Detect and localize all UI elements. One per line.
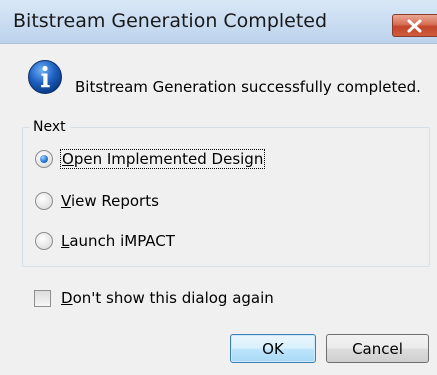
dont-show-again-checkbox[interactable] xyxy=(34,289,51,307)
radio-label: View Reports xyxy=(61,192,159,210)
radio-view-reports[interactable]: View Reports xyxy=(35,189,159,213)
info-icon xyxy=(28,60,62,94)
title-bar[interactable]: Bitstream Generation Completed xyxy=(0,0,437,44)
ok-button[interactable]: OK xyxy=(230,334,316,363)
status-message: Bitstream Generation successfully comple… xyxy=(75,78,421,96)
close-button[interactable] xyxy=(392,14,437,37)
radio-label: Launch iMPACT xyxy=(61,232,175,250)
checkbox-label: Don't show this dialog again xyxy=(61,289,274,307)
group-label-next: Next xyxy=(30,118,70,136)
radio-open-implemented-design[interactable]: Open Implemented Design xyxy=(35,147,266,171)
radio-label: Open Implemented Design xyxy=(59,149,266,169)
cancel-button[interactable]: Cancel xyxy=(326,334,429,363)
radio-button[interactable] xyxy=(35,150,53,168)
close-icon xyxy=(407,19,422,33)
radio-button[interactable] xyxy=(35,192,53,210)
dont-show-again-checkbox-row[interactable]: Don't show this dialog again xyxy=(34,286,274,310)
radio-button[interactable] xyxy=(35,232,53,250)
radio-launch-impact[interactable]: Launch iMPACT xyxy=(35,229,175,253)
window-title: Bitstream Generation Completed xyxy=(13,10,328,32)
